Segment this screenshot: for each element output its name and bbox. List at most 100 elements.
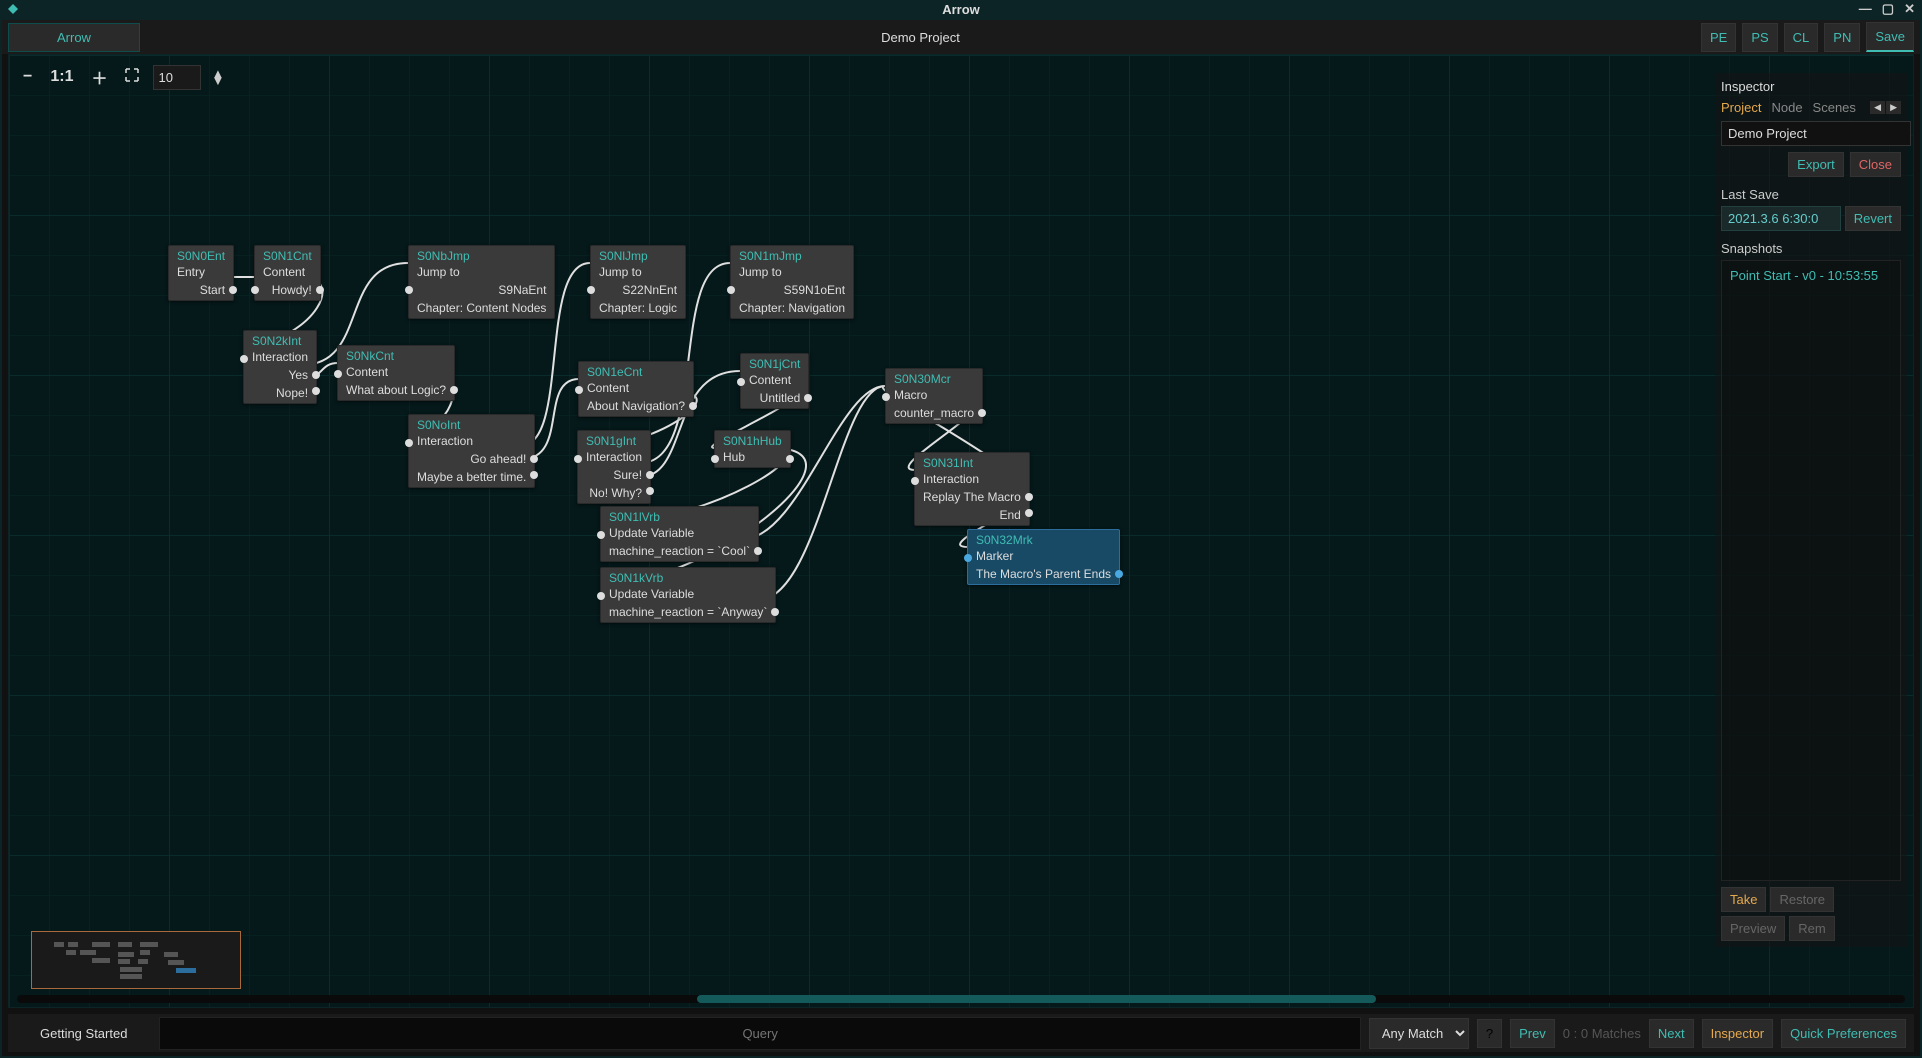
port-in[interactable] bbox=[597, 531, 605, 539]
node-S0NlJmp[interactable]: S0NlJmpJump toS22NnEntChapter: Logic bbox=[590, 245, 686, 319]
snapshot-item[interactable]: Point Start - v0 - 10:53:55 bbox=[1726, 265, 1896, 286]
node-S0N32Mrk[interactable]: S0N32MrkMarkerThe Macro's Parent Ends bbox=[967, 529, 1120, 585]
port-out[interactable] bbox=[786, 455, 794, 463]
port-in[interactable] bbox=[334, 370, 342, 378]
port-in[interactable] bbox=[575, 386, 583, 394]
pn-button[interactable]: PN bbox=[1824, 23, 1860, 52]
zoom-spinner[interactable]: ▲▼ bbox=[211, 70, 224, 84]
port-in[interactable] bbox=[964, 554, 972, 562]
scrollbar-thumb[interactable] bbox=[697, 995, 1377, 1003]
port-in[interactable] bbox=[405, 286, 413, 294]
minimize-button[interactable]: — bbox=[1856, 1, 1875, 17]
port-out[interactable] bbox=[312, 387, 320, 395]
port-out[interactable] bbox=[646, 487, 654, 495]
node-S0NbJmp[interactable]: S0NbJmpJump toS9NaEntChapter: Content No… bbox=[408, 245, 555, 319]
rem-button[interactable]: Rem bbox=[1789, 916, 1834, 941]
tab-node[interactable]: Node bbox=[1771, 100, 1802, 115]
node-S0N30Mcr[interactable]: S0N30McrMacrocounter_macro bbox=[885, 368, 983, 424]
port-out[interactable] bbox=[316, 286, 324, 294]
port-out[interactable] bbox=[1025, 509, 1033, 517]
port-in[interactable] bbox=[405, 439, 413, 447]
insp-arrow-left[interactable]: ◀ bbox=[1870, 101, 1885, 114]
zoom-input[interactable] bbox=[153, 65, 201, 90]
port-out[interactable] bbox=[1025, 493, 1033, 501]
node-S0NkCnt[interactable]: S0NkCntContentWhat about Logic? bbox=[337, 345, 455, 401]
node-row: What about Logic? bbox=[338, 382, 454, 400]
ps-button[interactable]: PS bbox=[1742, 23, 1777, 52]
zoom-out-button[interactable]: − bbox=[19, 66, 36, 88]
port-out[interactable] bbox=[1115, 570, 1123, 578]
node-row: Update Variable bbox=[601, 586, 775, 604]
preview-button[interactable]: Preview bbox=[1721, 916, 1785, 941]
zoom-in-button[interactable]: ＋ bbox=[87, 63, 111, 91]
node-S0N1jCnt[interactable]: S0N1jCntContentUntitled bbox=[740, 353, 809, 409]
export-button[interactable]: Export bbox=[1788, 152, 1844, 177]
next-button[interactable]: Next bbox=[1649, 1019, 1694, 1048]
port-in[interactable] bbox=[727, 286, 735, 294]
port-out[interactable] bbox=[978, 409, 986, 417]
node-row: Content bbox=[255, 264, 320, 282]
main-window: Arrow Demo Project PE PS CL PN Save − 1:… bbox=[0, 18, 1922, 1058]
node-row: Interaction bbox=[409, 433, 534, 451]
save-button[interactable]: Save bbox=[1866, 22, 1914, 52]
node-row: Interaction bbox=[915, 471, 1029, 489]
node-S0N1eCnt[interactable]: S0N1eCntContentAbout Navigation? bbox=[578, 361, 694, 417]
arrow-tab[interactable]: Arrow bbox=[8, 23, 140, 52]
node-S0N1hHub[interactable]: S0N1hHubHub bbox=[714, 430, 791, 468]
port-in[interactable] bbox=[737, 378, 745, 386]
take-button[interactable]: Take bbox=[1721, 887, 1766, 912]
restore-button[interactable]: Restore bbox=[1770, 887, 1834, 912]
port-out[interactable] bbox=[646, 471, 654, 479]
port-in[interactable] bbox=[251, 286, 259, 294]
project-name-input[interactable] bbox=[1721, 121, 1911, 146]
revert-button[interactable]: Revert bbox=[1845, 206, 1901, 231]
node-title: S0N1eCnt bbox=[579, 362, 693, 380]
port-in[interactable] bbox=[240, 355, 248, 363]
tab-scenes[interactable]: Scenes bbox=[1813, 100, 1856, 115]
canvas[interactable]: − 1:1 ＋ ▲▼ S0N0EntEntryStart S0N1CntConte… bbox=[8, 54, 1914, 1008]
query-input[interactable] bbox=[159, 1017, 1360, 1050]
node-S0N2kInt[interactable]: S0N2kIntInteractionYesNope! bbox=[243, 330, 317, 404]
zoom-fit-button[interactable] bbox=[121, 66, 143, 89]
insp-arrow-right[interactable]: ▶ bbox=[1886, 101, 1901, 114]
zoom-reset-button[interactable]: 1:1 bbox=[46, 66, 77, 88]
port-in[interactable] bbox=[711, 455, 719, 463]
port-in[interactable] bbox=[911, 477, 919, 485]
node-row: About Navigation? bbox=[579, 398, 693, 416]
maximize-button[interactable]: ▢ bbox=[1879, 1, 1897, 17]
port-in[interactable] bbox=[587, 286, 595, 294]
match-mode-select[interactable]: Any Match bbox=[1369, 1018, 1469, 1049]
port-out[interactable] bbox=[312, 371, 320, 379]
node-row: Jump to bbox=[409, 264, 554, 282]
node-row: Content bbox=[338, 364, 454, 382]
port-in[interactable] bbox=[597, 592, 605, 600]
tab-project[interactable]: Project bbox=[1721, 100, 1761, 115]
node-S0N1gInt[interactable]: S0N1gIntInteractionSure!No! Why? bbox=[577, 430, 651, 504]
pe-button[interactable]: PE bbox=[1701, 23, 1736, 52]
node-S0N31Int[interactable]: S0N31IntInteractionReplay The MacroEnd bbox=[914, 452, 1030, 526]
getting-started-link[interactable]: Getting Started bbox=[16, 1026, 151, 1041]
cl-button[interactable]: CL bbox=[1784, 23, 1819, 52]
minimap[interactable] bbox=[31, 931, 241, 989]
close-project-button[interactable]: Close bbox=[1850, 152, 1901, 177]
node-S0N1kVrb[interactable]: S0N1kVrbUpdate Variablemachine_reaction … bbox=[600, 567, 776, 623]
help-button[interactable]: ? bbox=[1477, 1019, 1502, 1048]
node-row: machine_reaction = `Cool` bbox=[601, 543, 758, 561]
node-S0NoInt[interactable]: S0NoIntInteractionGo ahead!Maybe a bette… bbox=[408, 414, 535, 488]
inspector-button[interactable]: Inspector bbox=[1702, 1019, 1773, 1048]
node-S0N1mJmp[interactable]: S0N1mJmpJump toS59N1oEntChapter: Navigat… bbox=[730, 245, 854, 319]
node-S0N1Cnt[interactable]: S0N1CntContentHowdy! bbox=[254, 245, 321, 301]
port-out[interactable] bbox=[229, 286, 237, 294]
close-button[interactable]: ✕ bbox=[1901, 1, 1918, 17]
quick-prefs-button[interactable]: Quick Preferences bbox=[1781, 1019, 1906, 1048]
node-row: Maybe a better time. bbox=[409, 469, 534, 487]
horizontal-scrollbar[interactable] bbox=[17, 995, 1905, 1003]
prev-button[interactable]: Prev bbox=[1510, 1019, 1555, 1048]
node-S0N1lVrb[interactable]: S0N1lVrbUpdate Variablemachine_reaction … bbox=[600, 506, 759, 562]
top-toolbar: Arrow Demo Project PE PS CL PN Save bbox=[2, 20, 1920, 54]
node-row: Update Variable bbox=[601, 525, 758, 543]
node-title: S0NbJmp bbox=[409, 246, 554, 264]
port-in[interactable] bbox=[882, 393, 890, 401]
port-in[interactable] bbox=[574, 455, 582, 463]
node-S0N0Ent[interactable]: S0N0EntEntryStart bbox=[168, 245, 234, 301]
